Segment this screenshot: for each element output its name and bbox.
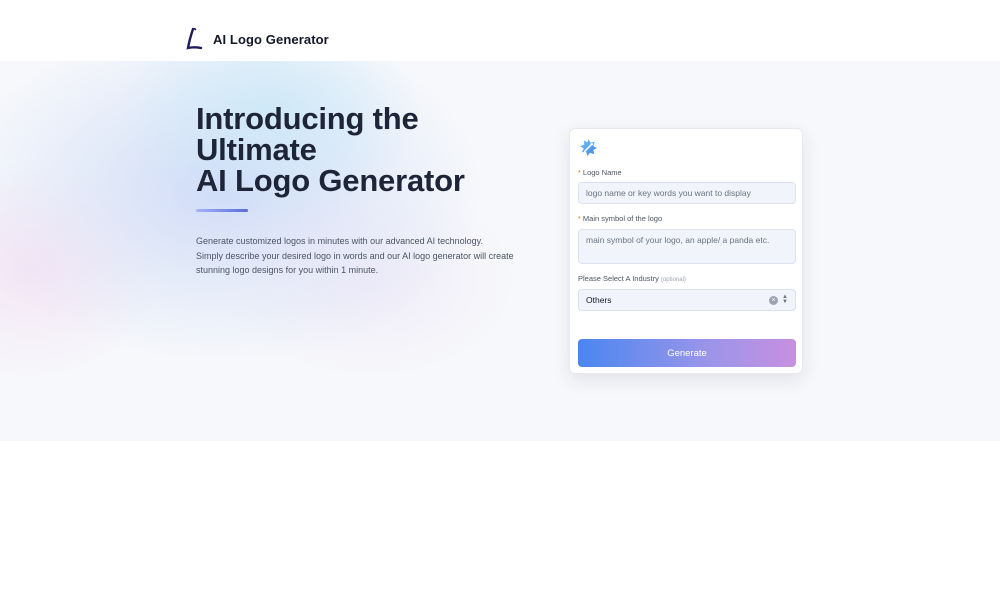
top-navigation-bar: AI Logo Generator [0,0,1000,61]
background-glow [220,181,520,381]
description-line: stunning logo designs for you within 1 m… [196,265,379,275]
logo-generator-form: *Logo Name *Main symbol of the logo Plea… [569,128,803,374]
logo-name-label-text: Logo Name [582,168,622,177]
optional-tag: (optional) [660,277,686,283]
symbol-textarea[interactable] [578,229,796,264]
brand-logo-icon [186,27,203,50]
description-line: Simply describe your desired logo in wor… [196,250,514,261]
required-mark: * [578,168,581,177]
logo-name-input[interactable] [578,182,796,204]
industry-select[interactable]: Others × ▲ ▼ [578,289,796,311]
industry-label-text: Please Select A Industry [578,274,659,283]
headline-underline [196,209,248,212]
magic-wand-icon [579,138,598,157]
generate-button[interactable]: Generate [578,339,796,367]
brand-name: AI Logo Generator [213,32,329,47]
hero-description: Generate customized logos in minutes wit… [196,234,526,278]
chevron-up-down-icon: ▲ ▼ [782,294,788,305]
industry-label: Please Select A Industry (optional) [578,274,686,283]
symbol-label: * Main symbol of the logo [578,214,662,223]
brand[interactable]: AI Logo Generator [185,27,329,52]
clear-icon[interactable]: × [769,295,778,305]
industry-selected-value: Others [586,295,612,305]
headline-line: Ultimate [196,132,317,167]
description-line: Generate customized logos in minutes wit… [196,236,483,246]
logo-name-label: * Logo Name [578,168,622,177]
required-mark: * [578,214,581,223]
hero-headline: Introducing the Ultimate AI Logo Generat… [196,103,465,196]
headline-line: AI Logo Generator [196,163,465,198]
headline-line: Introducing the [196,101,419,136]
symbol-label-text: Main symbol of the logo [582,214,663,223]
